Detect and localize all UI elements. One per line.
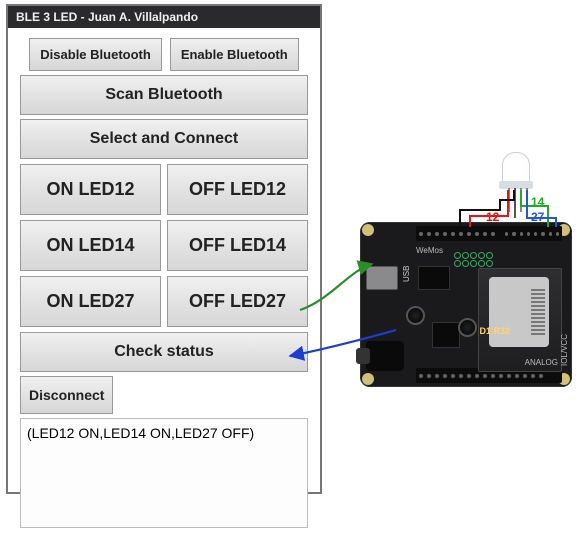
enable-bluetooth-button[interactable]: Enable Bluetooth bbox=[170, 38, 299, 71]
disable-bluetooth-button[interactable]: Disable Bluetooth bbox=[29, 38, 162, 71]
off-led14-button[interactable]: OFF LED14 bbox=[167, 220, 308, 271]
app-title: BLE 3 LED - Juan A. Villalpando bbox=[16, 10, 198, 24]
pin12-label: 12 bbox=[486, 210, 499, 224]
app-titlebar: BLE 3 LED - Juan A. Villalpando bbox=[8, 6, 320, 28]
app-content: Disable Bluetooth Enable Bluetooth Scan … bbox=[8, 28, 320, 534]
board-analog-label: ANALOG bbox=[525, 358, 558, 367]
inductor-a bbox=[406, 306, 425, 325]
led-lead-g bbox=[520, 188, 522, 212]
esp32-module bbox=[478, 268, 562, 372]
check-status-button[interactable]: Check status bbox=[20, 332, 308, 372]
chip-usb-serial bbox=[418, 266, 450, 290]
usb-label: USB bbox=[402, 266, 411, 282]
board-model-label: D1 R32 bbox=[479, 326, 510, 336]
select-connect-button[interactable]: Select and Connect bbox=[20, 119, 308, 159]
status-output: (LED12 ON,LED14 ON,LED27 OFF) bbox=[20, 418, 308, 528]
board-iovcc-label: IOL/VCC bbox=[560, 334, 569, 366]
rgb-led-icon bbox=[502, 152, 530, 188]
led-lead-gnd bbox=[514, 188, 516, 218]
header-top-right bbox=[502, 226, 562, 241]
rf-shield bbox=[489, 277, 549, 347]
usb-port bbox=[366, 266, 398, 290]
led-lead-b bbox=[526, 188, 528, 208]
scan-bluetooth-button[interactable]: Scan Bluetooth bbox=[20, 75, 308, 115]
dc-barrel-jack bbox=[366, 341, 404, 371]
on-led12-button[interactable]: ON LED12 bbox=[20, 164, 161, 215]
led-lead-r bbox=[508, 188, 510, 212]
app-window: BLE 3 LED - Juan A. Villalpando Disable … bbox=[6, 4, 322, 494]
board-brand-label: WeMos bbox=[416, 246, 443, 255]
pad-grid bbox=[454, 252, 494, 266]
pin14-label: 14 bbox=[531, 195, 544, 209]
status-text: (LED12 ON,LED14 ON,LED27 OFF) bbox=[27, 425, 254, 441]
pin27-label: 27 bbox=[531, 210, 544, 224]
chip-regulator bbox=[432, 322, 460, 348]
board-d1-r32: USB D1 R32 WeMos IOL/VCC ANALOG bbox=[360, 222, 572, 387]
off-led27-button[interactable]: OFF LED27 bbox=[167, 276, 308, 327]
off-led12-button[interactable]: OFF LED12 bbox=[167, 164, 308, 215]
on-led27-button[interactable]: ON LED27 bbox=[20, 276, 161, 327]
inductor-b bbox=[458, 318, 477, 337]
disconnect-button[interactable]: Disconnect bbox=[20, 376, 113, 414]
on-led14-button[interactable]: ON LED14 bbox=[20, 220, 161, 271]
